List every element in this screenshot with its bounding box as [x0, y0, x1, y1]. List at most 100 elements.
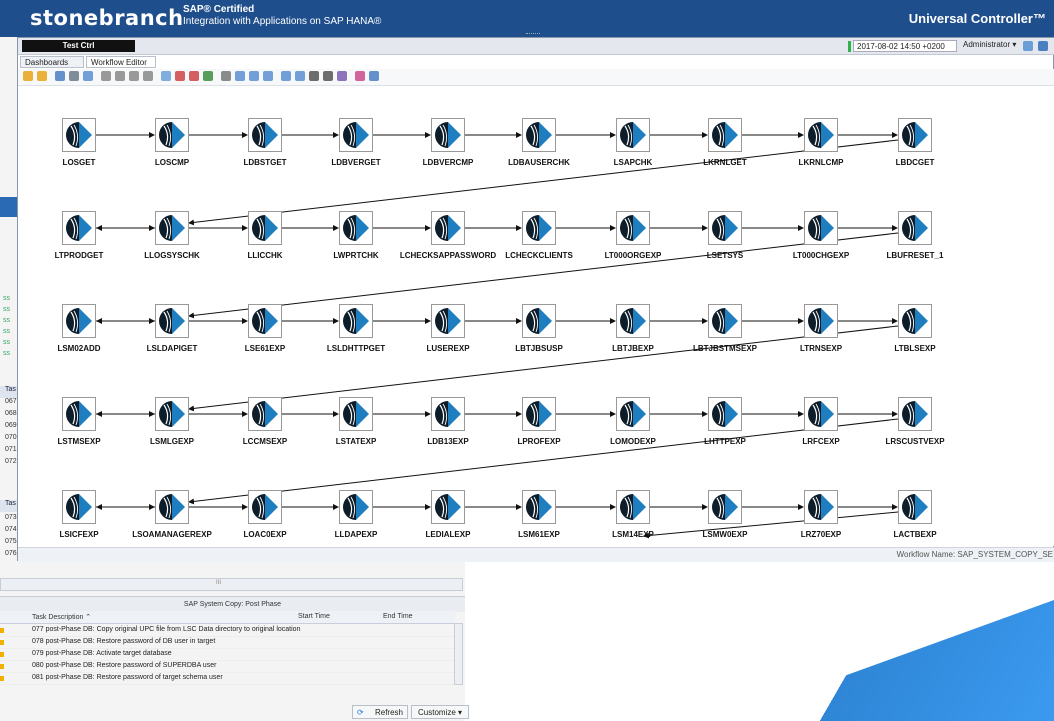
background-task-number[interactable]: 073 — [0, 514, 17, 525]
workflow-task-node[interactable] — [155, 118, 189, 152]
workflow-task-node[interactable] — [522, 118, 556, 152]
workflow-task-node[interactable] — [155, 490, 189, 524]
customize-button[interactable]: Customize ▾ — [411, 705, 469, 719]
workflow-task-node[interactable] — [708, 211, 742, 245]
workflow-task-node[interactable] — [248, 118, 282, 152]
background-task-number[interactable]: 068 — [0, 410, 17, 421]
refresh-button[interactable]: ⟳ Refresh — [352, 705, 408, 719]
workflow-task-node[interactable] — [804, 304, 838, 338]
workflow-task-node[interactable] — [155, 304, 189, 338]
zoom-in-icon[interactable] — [263, 71, 273, 81]
workflow-task-node[interactable] — [616, 118, 650, 152]
workflow-task-node[interactable] — [616, 490, 650, 524]
workflow-task-node[interactable] — [616, 304, 650, 338]
workflow-task-node[interactable] — [339, 118, 373, 152]
connector-icon[interactable] — [129, 71, 139, 81]
workflow-task-node[interactable] — [431, 118, 465, 152]
workflow-task-node[interactable] — [62, 118, 96, 152]
workflow-task-node[interactable] — [155, 397, 189, 431]
workflow-task-node[interactable] — [339, 397, 373, 431]
workflow-task-node[interactable] — [522, 211, 556, 245]
workflow-task-node[interactable] — [804, 490, 838, 524]
table-row[interactable]: 079 post-Phase DB: Activate target datab… — [0, 649, 455, 661]
user-menu[interactable]: Administrator ▾ — [963, 40, 1016, 49]
print-icon[interactable] — [69, 71, 79, 81]
workflow-task-node[interactable] — [431, 490, 465, 524]
tab-workflow-editor[interactable]: Workflow Editor× — [86, 56, 156, 80]
pan-icon[interactable] — [115, 71, 125, 81]
workflow-task-node[interactable] — [898, 397, 932, 431]
workflow-task-node[interactable] — [248, 211, 282, 245]
workflow-task-node[interactable] — [62, 490, 96, 524]
workflow-task-node[interactable] — [62, 211, 96, 245]
layout-icon[interactable] — [323, 71, 333, 81]
properties-icon[interactable] — [355, 71, 365, 81]
horizontal-scrollbar[interactable]: III — [0, 578, 463, 591]
zoom-out-icon[interactable] — [281, 71, 291, 81]
tab-dashboards[interactable]: Dashboards× — [20, 56, 84, 80]
workflow-task-node[interactable] — [339, 211, 373, 245]
home-icon[interactable] — [23, 71, 33, 81]
column-start-time[interactable]: Start Time — [298, 613, 330, 620]
workflow-task-node[interactable] — [804, 211, 838, 245]
workflow-task-node[interactable] — [522, 304, 556, 338]
workflow-task-node[interactable] — [62, 397, 96, 431]
line-icon[interactable] — [143, 71, 153, 81]
workflow-task-node[interactable] — [431, 397, 465, 431]
column-task-description[interactable]: Task Description ⌃ — [32, 613, 91, 621]
drag-grip[interactable] — [526, 33, 540, 36]
workflow-task-node[interactable] — [339, 490, 373, 524]
workflow-task-node[interactable] — [898, 211, 932, 245]
vertical-scrollbar[interactable] — [454, 623, 463, 685]
table-row[interactable]: 078 post-Phase DB: Restore password of D… — [0, 637, 455, 649]
workflow-task-node[interactable] — [804, 118, 838, 152]
table-row[interactable]: 077 post-Phase DB: Copy original UPC fil… — [0, 625, 455, 637]
workflow-task-node[interactable] — [616, 211, 650, 245]
workflow-task-node[interactable] — [616, 397, 650, 431]
redo-all-icon[interactable] — [189, 71, 199, 81]
background-task-number[interactable]: 074 — [0, 526, 17, 537]
background-task-number[interactable]: 070 — [0, 434, 17, 445]
redo-icon[interactable] — [175, 71, 185, 81]
tree-icon[interactable] — [337, 71, 347, 81]
user-profile-icon[interactable] — [1023, 41, 1033, 51]
workflow-task-node[interactable] — [248, 304, 282, 338]
workflow-task-node[interactable] — [339, 304, 373, 338]
background-task-number[interactable]: 072 — [0, 458, 17, 469]
workflow-task-node[interactable] — [804, 397, 838, 431]
workflow-task-node[interactable] — [248, 490, 282, 524]
background-task-number[interactable]: 071 — [0, 446, 17, 457]
open-icon[interactable] — [37, 71, 47, 81]
zoom-reset-icon[interactable] — [309, 71, 319, 81]
workflow-task-node[interactable] — [708, 304, 742, 338]
workflow-task-node[interactable] — [898, 304, 932, 338]
delete-icon[interactable] — [249, 71, 259, 81]
paste-icon[interactable] — [235, 71, 245, 81]
column-end-time[interactable]: End Time — [383, 613, 413, 620]
select-icon[interactable] — [101, 71, 111, 81]
background-task-number[interactable]: 069 — [0, 422, 17, 433]
table-row[interactable]: 080 post-Phase DB: Restore password of S… — [0, 661, 455, 673]
zoom-fit-icon[interactable] — [295, 71, 305, 81]
background-task-number[interactable]: 067 — [0, 398, 17, 409]
workflow-task-node[interactable] — [248, 397, 282, 431]
workflow-task-node[interactable] — [522, 397, 556, 431]
display-icon[interactable] — [1038, 41, 1048, 51]
workflow-task-node[interactable] — [431, 304, 465, 338]
background-task-number[interactable]: 075 — [0, 538, 17, 549]
workflow-task-node[interactable] — [155, 211, 189, 245]
save-icon[interactable] — [55, 71, 65, 81]
cut-icon[interactable] — [203, 71, 213, 81]
workflow-task-node[interactable] — [62, 304, 96, 338]
workflow-task-node[interactable] — [898, 490, 932, 524]
undo-icon[interactable] — [161, 71, 171, 81]
copy-icon[interactable] — [221, 71, 231, 81]
workflow-task-node[interactable] — [898, 118, 932, 152]
workflow-task-node[interactable] — [708, 118, 742, 152]
background-task-number[interactable]: 076 — [0, 550, 17, 561]
workflow-canvas[interactable]: LOSGET LOSCMP LDBSTGET LDBVERGET LDBVERCMP LD… — [18, 86, 1054, 546]
workflow-task-node[interactable] — [708, 397, 742, 431]
workflow-task-node[interactable] — [522, 490, 556, 524]
workflow-task-node[interactable] — [431, 211, 465, 245]
view-icon[interactable] — [83, 71, 93, 81]
